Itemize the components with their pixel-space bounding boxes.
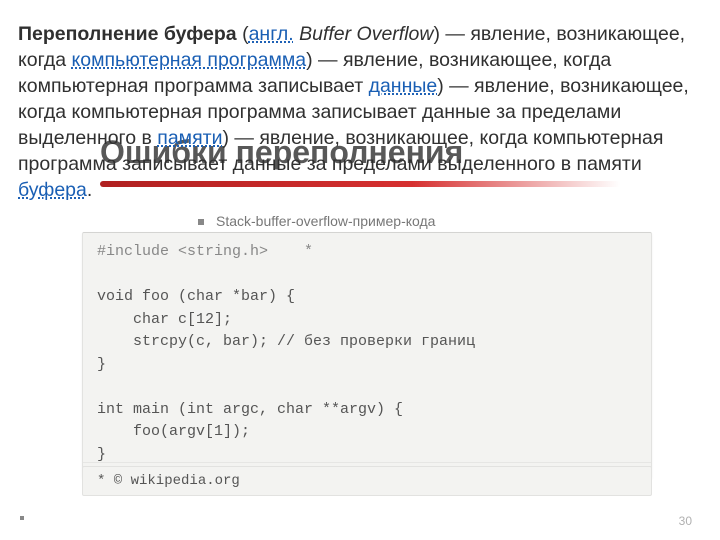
- code-line-3: void foo (char *bar) {: [97, 288, 295, 305]
- period: .: [87, 179, 92, 201]
- code-line-1: #include <string.h> *: [97, 243, 313, 260]
- term-bold: Переполнение буфера: [18, 23, 237, 45]
- stack-hint-text: Stack-buffer-overflow-пример-кода: [216, 213, 435, 229]
- code-line-10: }: [97, 446, 106, 463]
- slide-root: Ошибки переполнения Stack-buffer-overflo…: [0, 0, 720, 540]
- link-memory[interactable]: памяти: [157, 127, 222, 149]
- decor-bullet: [20, 516, 24, 520]
- code-line-6: }: [97, 356, 106, 373]
- bullet-icon: [198, 219, 204, 225]
- link-program[interactable]: компьютерная программа: [71, 49, 306, 71]
- code-card: #include <string.h> * void foo (char *ba…: [82, 232, 652, 479]
- link-data[interactable]: данные: [369, 75, 438, 97]
- open-paren: (: [237, 23, 249, 45]
- code-block: #include <string.h> * void foo (char *ba…: [97, 241, 637, 466]
- code-line-4: char c[12];: [97, 311, 232, 328]
- link-buffer[interactable]: буфера: [18, 179, 87, 201]
- page-number: 30: [679, 514, 692, 528]
- english-term: Buffer Overflow: [299, 23, 433, 45]
- code-line-5: strcpy(c, bar); // без проверки границ: [97, 333, 475, 350]
- attribution: * © wikipedia.org: [82, 466, 652, 496]
- code-line-9: foo(argv[1]);: [97, 423, 250, 440]
- link-english[interactable]: англ.: [249, 23, 294, 45]
- code-line-8: int main (int argc, char **argv) {: [97, 401, 403, 418]
- definition-paragraph: Переполнение буфера (англ. Buffer Overfl…: [18, 22, 690, 203]
- stack-hint: Stack-buffer-overflow-пример-кода: [198, 213, 435, 229]
